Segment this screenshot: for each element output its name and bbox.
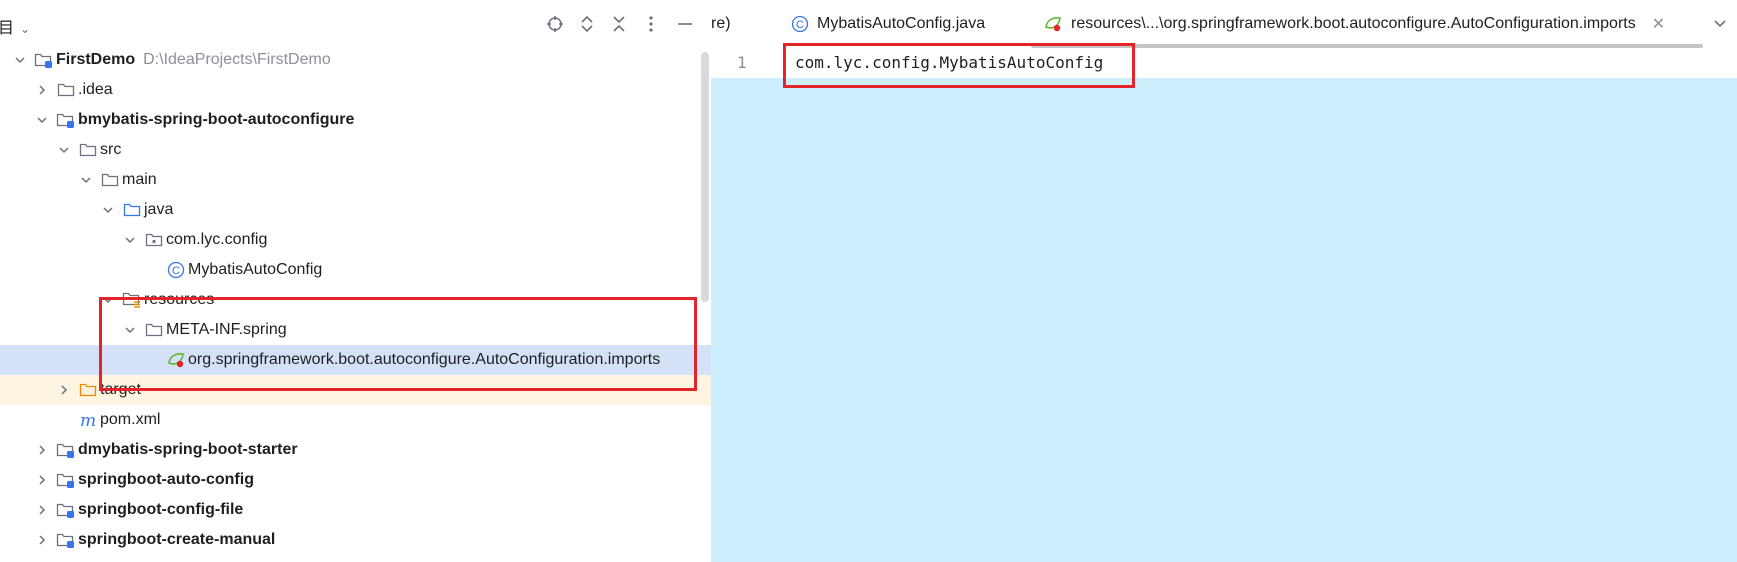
close-icon[interactable]: ✕	[1652, 14, 1665, 34]
tree-row[interactable]: bmybatis-spring-boot-autoconfigure	[0, 105, 711, 135]
tree-item-label: .idea	[78, 81, 113, 98]
tree-row[interactable]: springboot-auto-config	[0, 465, 711, 495]
chevron-down-icon[interactable]	[56, 135, 72, 165]
tab-overflow-partial[interactable]: re)	[711, 0, 731, 48]
tree-item-label: src	[100, 141, 122, 158]
source-folder-icon	[122, 195, 142, 225]
tree-row[interactable]: .idea	[0, 75, 711, 105]
tree-item-label: dmybatis-spring-boot-starter	[78, 441, 298, 458]
editor-area: re) C MybatisAutoConfig.java resources\.…	[711, 0, 1737, 562]
module-folder-icon	[56, 495, 76, 525]
tree-row[interactable]: main	[0, 165, 711, 195]
chevron-right-icon[interactable]	[34, 435, 50, 465]
tree-row[interactable]: com.lyc.config	[0, 225, 711, 255]
chevron-right-icon[interactable]	[56, 375, 72, 405]
module-folder-icon	[34, 45, 54, 75]
tree-item-label: springboot-auto-config	[78, 471, 254, 488]
chevron-down-icon[interactable]	[100, 195, 116, 225]
svg-text:C: C	[796, 19, 804, 31]
tree-row[interactable]: FirstDemo D:\IdeaProjects\FirstDemo	[0, 45, 711, 75]
project-panel-header: 目 ⌄	[0, 0, 711, 48]
tree-row[interactable]: java	[0, 195, 711, 225]
tree-item-label: pom.xml	[100, 411, 161, 428]
tree-row[interactable]: springboot-config-file	[0, 495, 711, 525]
tree-row[interactable]: C MybatisAutoConfig	[0, 255, 711, 285]
chevron-down-icon[interactable]	[122, 225, 138, 255]
tab-label: MybatisAutoConfig.java	[817, 15, 986, 32]
chevron-down-icon: ⌄	[20, 22, 31, 36]
tree-row[interactable]: springboot-create-manual	[0, 525, 711, 555]
minimize-icon[interactable]	[673, 12, 697, 36]
tree-item-label: springboot-create-manual	[78, 531, 276, 548]
tree-item-label: springboot-config-file	[78, 501, 244, 518]
module-folder-icon	[56, 435, 76, 465]
tree-item-label: java	[144, 201, 174, 218]
more-options-icon[interactable]	[639, 12, 663, 36]
tabs-dropdown-icon[interactable]	[1713, 0, 1727, 48]
editor-tabs: re) C MybatisAutoConfig.java resources\.…	[711, 0, 1737, 48]
tab-label: re)	[711, 15, 731, 32]
excluded-folder-icon	[78, 375, 98, 405]
svg-text:m: m	[80, 411, 96, 429]
tab-label: resources\...\org.springframework.boot.a…	[1071, 15, 1636, 32]
tab-mybatis-auto-config[interactable]: C MybatisAutoConfig.java	[791, 0, 985, 48]
chevron-right-icon[interactable]	[34, 525, 50, 555]
highlight-box-code	[783, 43, 1135, 88]
tree-row[interactable]: src	[0, 135, 711, 165]
line-number: 1	[737, 53, 747, 72]
collapse-all-icon[interactable]	[607, 12, 631, 36]
maven-icon: m	[78, 405, 98, 435]
module-folder-icon	[56, 525, 76, 555]
tree-item-label: MybatisAutoConfig	[188, 261, 323, 278]
tree-row[interactable]: m pom.xml	[0, 405, 711, 435]
folder-icon	[78, 135, 98, 165]
java-class-icon: C	[791, 15, 809, 33]
tree-item-label: main	[122, 171, 157, 188]
expand-all-icon[interactable]	[575, 12, 599, 36]
highlight-box-resources	[99, 297, 697, 391]
tree-item-label: com.lyc.config	[166, 231, 268, 248]
folder-icon	[100, 165, 120, 195]
tree-item-label: FirstDemo D:\IdeaProjects\FirstDemo	[56, 51, 331, 68]
tree-scrollbar[interactable]	[701, 52, 709, 302]
spring-imports-icon	[1043, 15, 1063, 33]
chevron-right-icon[interactable]	[34, 495, 50, 525]
project-panel: 目 ⌄ FirstDemo D:\IdeaProjects\FirstDemo .id…	[0, 0, 711, 562]
tree-row[interactable]: dmybatis-spring-boot-starter	[0, 435, 711, 465]
chevron-down-icon[interactable]	[78, 165, 94, 195]
code-editor[interactable]: 1 com.lyc.config.MybatisAutoConfig	[711, 43, 1737, 562]
tree-item-label: bmybatis-spring-boot-autoconfigure	[78, 111, 355, 128]
project-path: D:\IdeaProjects\FirstDemo	[143, 51, 331, 68]
svg-text:C: C	[172, 265, 180, 277]
java-class-icon: C	[166, 255, 186, 285]
chevron-down-icon[interactable]	[34, 105, 50, 135]
project-view-selector[interactable]: 目 ⌄	[0, 14, 30, 38]
chevron-right-icon[interactable]	[34, 465, 50, 495]
package-icon	[144, 225, 164, 255]
panel-title: 目	[0, 20, 15, 37]
module-folder-icon	[56, 105, 76, 135]
chevron-down-icon[interactable]	[12, 45, 28, 75]
folder-icon	[56, 75, 76, 105]
chevron-right-icon[interactable]	[34, 75, 50, 105]
locate-icon[interactable]	[543, 12, 567, 36]
tab-autoconfiguration-imports[interactable]: resources\...\org.springframework.boot.a…	[1043, 0, 1665, 48]
module-folder-icon	[56, 465, 76, 495]
